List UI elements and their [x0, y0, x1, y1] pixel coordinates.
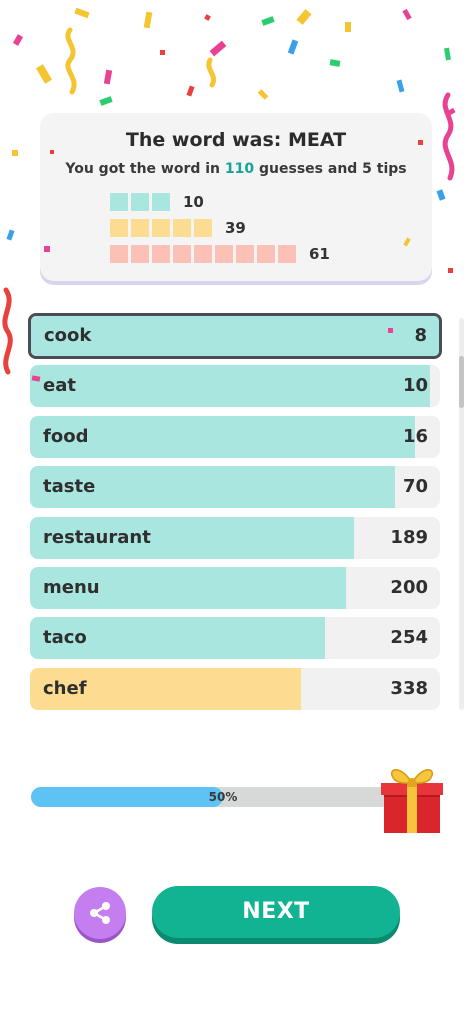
next-button[interactable]: NEXT	[152, 886, 400, 938]
stat-value: 39	[225, 219, 246, 237]
stat-square	[110, 245, 128, 263]
guess-word: taco	[43, 627, 87, 649]
guess-row[interactable]: menu 200	[30, 567, 440, 609]
stat-value: 10	[183, 193, 204, 211]
stat-square	[131, 245, 149, 263]
stat-square	[194, 219, 212, 237]
gift-icon[interactable]	[380, 757, 444, 835]
stat-square	[194, 245, 212, 263]
guess-word: restaurant	[43, 526, 151, 548]
stat-square	[110, 219, 128, 237]
stat-square	[173, 219, 191, 237]
next-button-label: NEXT	[242, 899, 310, 924]
stat-square	[236, 245, 254, 263]
guess-row[interactable]: taco 254	[30, 617, 440, 660]
stat-value: 61	[309, 245, 330, 263]
subtitle-prefix: You got the word in	[65, 161, 221, 177]
guess-word: eat	[43, 375, 76, 397]
scrollbar-thumb[interactable]	[459, 356, 464, 408]
stat-square	[215, 245, 233, 263]
result-summary-card: The word was: MEAT You got the word in 1…	[40, 113, 432, 281]
stat-square	[131, 193, 149, 211]
guess-rank: 189	[390, 526, 428, 548]
guess-row[interactable]: cook 8	[28, 313, 442, 359]
guess-count: 110	[224, 161, 255, 177]
guess-word: cook	[44, 325, 92, 346]
guess-rank: 16	[402, 425, 428, 447]
stat-row: 39	[110, 219, 246, 237]
guess-word: food	[43, 425, 89, 447]
result-title: The word was: MEAT	[125, 129, 347, 151]
stat-row: 10	[110, 193, 204, 211]
guess-list[interactable]: cook 8 eat 10 food 16 taste 70 restaurant 189 menu…	[28, 313, 442, 715]
guess-row[interactable]: eat 10	[30, 365, 440, 408]
guess-row[interactable]: food 16	[30, 415, 440, 458]
stat-square	[110, 193, 128, 211]
stat-square	[152, 193, 170, 211]
stat-square	[173, 245, 191, 263]
stat-square	[152, 219, 170, 237]
stat-square	[257, 245, 275, 263]
share-icon	[90, 902, 110, 924]
guess-rank: 8	[414, 325, 427, 346]
stat-square	[278, 245, 296, 263]
guess-rank: 254	[390, 627, 428, 649]
scrollbar[interactable]	[459, 318, 464, 710]
guess-row[interactable]: restaurant 189	[30, 516, 440, 559]
guess-rank: 10	[402, 375, 428, 397]
guess-word: chef	[43, 677, 87, 699]
stat-square	[152, 245, 170, 263]
closeness-fill	[31, 316, 439, 356]
guess-row[interactable]: chef 338	[30, 667, 440, 710]
guess-row[interactable]: taste 70	[30, 466, 440, 509]
guess-rank: 200	[390, 577, 428, 598]
guess-rank: 338	[390, 677, 428, 699]
stat-row: 61	[110, 245, 330, 263]
guess-word: menu	[43, 577, 100, 598]
reward-progress-bar: 50%	[31, 787, 415, 807]
share-button[interactable]	[74, 887, 126, 939]
progress-label: 50%	[208, 790, 238, 804]
closeness-fill	[30, 365, 430, 408]
result-subtitle: You got the word in 110 guesses and 5 ti…	[40, 161, 432, 177]
stat-square	[131, 219, 149, 237]
subtitle-suffix: guesses and 5 tips	[259, 161, 407, 177]
guess-rank: 70	[402, 476, 428, 498]
guess-word: taste	[43, 476, 96, 498]
